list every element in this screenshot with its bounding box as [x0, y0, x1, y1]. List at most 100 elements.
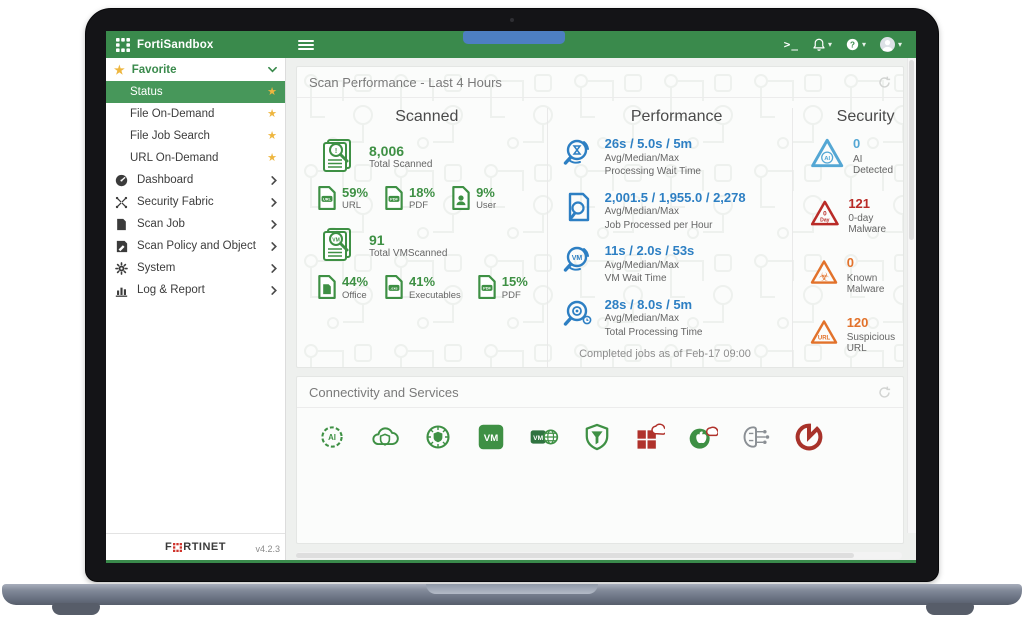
favorite-label: Favorite	[132, 64, 268, 76]
chevron-right-icon	[271, 242, 277, 251]
sidebar-item-security-fabric[interactable]: Security Fabric	[106, 191, 285, 213]
fortinet-logo-f: F	[165, 541, 172, 553]
sidebar-item-label: URL On-Demand	[130, 152, 267, 164]
laptop-base-notch	[426, 584, 598, 594]
star-icon: ★	[114, 64, 125, 76]
chevron-right-icon	[271, 286, 277, 295]
metric-value: 2,001.5 / 1,955.0 / 2,278	[605, 190, 746, 206]
sidebar-item-label: File On-Demand	[130, 108, 267, 120]
laptop-foot	[52, 603, 100, 615]
connectivity-icons: AI VM VM	[297, 408, 903, 452]
svg-text:.exe: .exe	[390, 287, 397, 291]
pct-value: 15%	[502, 275, 528, 289]
ai-triangle-icon: AI	[809, 136, 845, 170]
sidebar-item-label: Status	[130, 86, 267, 98]
sidebar-item-scan-policy[interactable]: Scan Policy and Object	[106, 235, 285, 257]
pct-value: 41%	[409, 275, 461, 289]
completed-jobs-note: Completed jobs as of Feb-17 09:00	[427, 348, 903, 360]
top-blue-tab	[463, 31, 565, 44]
pdf-file-icon: PDF	[477, 275, 497, 299]
svg-text:URL: URL	[323, 197, 332, 202]
metric-processing-wait: 26s / 5.0s / 5m Avg/Median/Max Processin…	[562, 136, 792, 179]
svg-text:VM: VM	[332, 238, 340, 244]
sidebar-favorite-header[interactable]: ★ Favorite	[106, 58, 285, 81]
gear-icon	[114, 262, 129, 275]
scanned-column: Scanned !	[307, 108, 547, 368]
star-icon[interactable]: ★	[267, 87, 277, 98]
panel-header: Scan Performance - Last 4 Hours	[297, 67, 903, 98]
office-file-icon	[317, 275, 337, 299]
windows-cloud-vm-icon	[635, 422, 665, 452]
chevron-right-icon	[271, 220, 277, 229]
pdf-file-icon: PDF	[384, 186, 404, 210]
chevron-right-icon	[271, 176, 277, 185]
pct-value: 59%	[342, 186, 368, 200]
breakdown-url: URL 59% URL	[317, 186, 368, 211]
version-label: v4.2.3	[255, 544, 280, 554]
security-label: Known Malware	[847, 273, 903, 295]
sidebar-item-label: Scan Policy and Object	[137, 240, 271, 252]
sidebar-item-system[interactable]: System	[106, 257, 285, 279]
caret-down-icon: ▾	[898, 41, 902, 49]
total-vmscanned-label: Total VMScanned	[369, 248, 447, 259]
sidebar-item-label: Dashboard	[137, 174, 271, 186]
webcam-dot	[510, 18, 514, 22]
pct-label: User	[476, 200, 496, 211]
svg-text:☣: ☣	[819, 271, 829, 283]
metric-vm-wait: VM 11s / 2.0s / 53s Avg/Median/Max VM Wa…	[562, 243, 792, 286]
star-icon[interactable]: ★	[267, 153, 277, 164]
total-scanned-value: 8,006	[369, 143, 432, 159]
panel-title: Connectivity and Services	[309, 385, 459, 400]
vm-document-scan-icon: VM	[319, 225, 359, 265]
metric-sub1: Avg/Median/Max	[605, 312, 703, 326]
screen: FortiSandbox >_ ▾	[106, 31, 916, 563]
caret-down-icon: ▾	[862, 41, 866, 49]
refresh-icon[interactable]	[878, 386, 891, 399]
magnifier-vm-icon: VM	[562, 243, 596, 277]
security-column: Security AI 0 AI Detect	[792, 108, 903, 368]
sidebar-item-url-on-demand[interactable]: URL On-Demand ★	[106, 147, 285, 169]
star-icon[interactable]: ★	[267, 131, 277, 142]
svg-text:URL: URL	[818, 335, 831, 341]
hamburger-icon[interactable]	[298, 40, 314, 50]
exe-file-icon: .exe	[384, 275, 404, 299]
sidebar-item-file-job-search[interactable]: File Job Search ★	[106, 125, 285, 147]
sidebar-item-label: File Job Search	[130, 130, 267, 142]
help-icon: ?	[846, 38, 859, 51]
brand: FortiSandbox	[106, 38, 286, 52]
breakdown-pdf: PDF 18% PDF	[384, 186, 435, 211]
laptop-base	[2, 584, 1022, 605]
sidebar-item-status[interactable]: Status ★	[106, 81, 285, 103]
scrollbar-thumb[interactable]	[296, 553, 854, 558]
laptop-foot	[926, 603, 974, 615]
file-icon	[114, 218, 129, 231]
sandbox-cloud-icon	[370, 422, 400, 452]
sidebar-item-scan-job[interactable]: Scan Job	[106, 213, 285, 235]
metric-jobs-per-hour: 2,001.5 / 1,955.0 / 2,278 Avg/Median/Max…	[562, 190, 792, 233]
refresh-icon[interactable]	[878, 76, 891, 89]
metric-sub2: Job Processed per Hour	[605, 219, 746, 233]
page: FortiSandbox >_ ▾	[0, 0, 1024, 617]
pct-label: PDF	[502, 290, 528, 301]
scrollbar-thumb[interactable]	[909, 60, 914, 240]
fabric-icon	[114, 196, 129, 209]
main-content: Scan Performance - Last 4 Hours Scanned	[286, 58, 916, 560]
notifications-button[interactable]: ▾	[813, 38, 832, 51]
security-label: 0-day Malware	[848, 213, 903, 235]
cli-console-button[interactable]: >_	[784, 38, 799, 51]
sidebar-item-dashboard[interactable]: Dashboard	[106, 169, 285, 191]
horizontal-scrollbar[interactable]	[296, 552, 902, 559]
user-file-icon	[451, 186, 471, 210]
magnifier-target-clock-icon	[562, 297, 596, 331]
vertical-scrollbar[interactable]	[907, 58, 916, 533]
svg-text:AI: AI	[328, 433, 336, 442]
breakdown-pdf-vm: PDF 15% PDF	[477, 275, 528, 300]
sidebar-item-file-on-demand[interactable]: File On-Demand ★	[106, 103, 285, 125]
user-menu-button[interactable]: ▾	[880, 37, 902, 52]
svg-text:Day: Day	[820, 217, 830, 223]
star-icon[interactable]: ★	[267, 109, 277, 120]
help-button[interactable]: ? ▾	[846, 38, 866, 51]
metric-value: 11s / 2.0s / 53s	[605, 243, 695, 259]
brand-name: FortiSandbox	[137, 39, 214, 51]
sidebar-item-log-report[interactable]: Log & Report	[106, 279, 285, 301]
